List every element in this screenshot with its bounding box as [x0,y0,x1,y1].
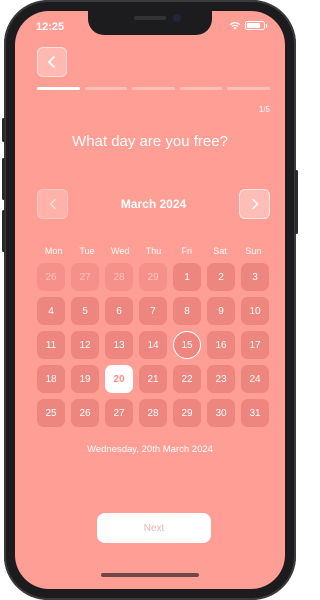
calendar-day[interactable]: 13 [105,331,133,359]
weekday-header: Mon Tue Wed Thu Fri Sat Sun [37,246,270,256]
calendar-day[interactable]: 29 [173,399,201,427]
chevron-right-icon [251,198,258,210]
calendar-day: 26 [37,263,65,291]
calendar-day[interactable]: 1 [173,263,201,291]
calendar-day[interactable]: 2 [207,263,235,291]
chevron-left-icon [48,56,55,68]
step-indicator: 1/5 [258,105,270,114]
phone-frame: 12:25 1/5 What day are you free? March 2… [2,0,298,600]
progress-segment [84,87,128,90]
calendar-day[interactable]: 5 [71,297,99,325]
calendar-day[interactable]: 18 [37,365,65,393]
weekday-label: Thu [145,246,162,256]
progress-segment [37,87,80,90]
calendar-day[interactable]: 16 [207,331,235,359]
calendar-day[interactable]: 14 [139,331,167,359]
next-button[interactable]: Next [97,513,211,543]
calendar-day[interactable]: 31 [241,399,269,427]
calendar-day[interactable]: 21 [139,365,167,393]
calendar-day[interactable]: 8 [173,297,201,325]
calendar-day: 28 [105,263,133,291]
weekday-label: Fri [181,246,193,256]
progress-segment [179,87,223,90]
volume-down-button [2,210,5,252]
camera [173,14,181,22]
screen: 12:25 1/5 What day are you free? March 2… [15,11,285,589]
calendar-day[interactable]: 10 [241,297,269,325]
calendar-day: 29 [139,263,167,291]
calendar-day[interactable]: 4 [37,297,65,325]
back-button[interactable] [37,47,67,77]
power-button [295,170,298,234]
mute-switch [2,118,5,142]
question-heading: What day are you free? [72,133,228,150]
progress-bar [37,87,270,91]
status-icons [229,21,267,30]
home-indicator [101,573,199,577]
weekday-label: Wed [111,246,130,256]
status-time: 12:25 [36,21,65,33]
calendar-day[interactable]: 6 [105,297,133,325]
next-month-button[interactable] [239,189,270,219]
month-title: March 2024 [120,197,187,211]
calendar-day[interactable]: 9 [207,297,235,325]
progress-segment [227,87,270,90]
calendar-day[interactable]: 26 [71,399,99,427]
calendar-day[interactable]: 27 [105,399,133,427]
weekday-label: Sun [245,246,262,256]
calendar-day[interactable]: 30 [207,399,235,427]
speaker [134,16,166,20]
calendar-day: 27 [71,263,99,291]
notch [88,11,212,35]
calendar-day[interactable]: 3 [241,263,269,291]
calendar-day[interactable]: 12 [71,331,99,359]
weekday-label: Mon [44,246,63,256]
calendar-day[interactable]: 24 [241,365,269,393]
wifi-icon [229,22,240,30]
calendar-grid: 26 27 28 29 1 2 3 4 5 6 7 8 9 10 11 12 13 14 15 16 17 18 19 20 2… [37,263,270,427]
weekday-label: Sat [213,246,227,256]
calendar-day-today[interactable]: 15 [173,331,201,359]
calendar-day[interactable]: 11 [37,331,65,359]
calendar-day[interactable]: 19 [71,365,99,393]
month-navigation: March 2024 [37,189,270,219]
calendar-day[interactable]: 25 [37,399,65,427]
volume-up-button [2,158,5,200]
progress-segment [132,87,175,90]
calendar-day[interactable]: 7 [139,297,167,325]
calendar-day[interactable]: 22 [173,365,201,393]
battery-cap [265,23,267,28]
selected-date-label: Wednesday, 20th March 2024 [87,444,213,455]
calendar-day[interactable]: 17 [241,331,269,359]
previous-month-button[interactable] [37,189,68,219]
battery-icon [244,21,265,30]
weekday-label: Tue [79,246,95,256]
calendar-day-selected[interactable]: 20 [105,365,133,393]
chevron-left-icon [49,198,56,210]
calendar-day[interactable]: 28 [139,399,167,427]
calendar-day[interactable]: 23 [207,365,235,393]
